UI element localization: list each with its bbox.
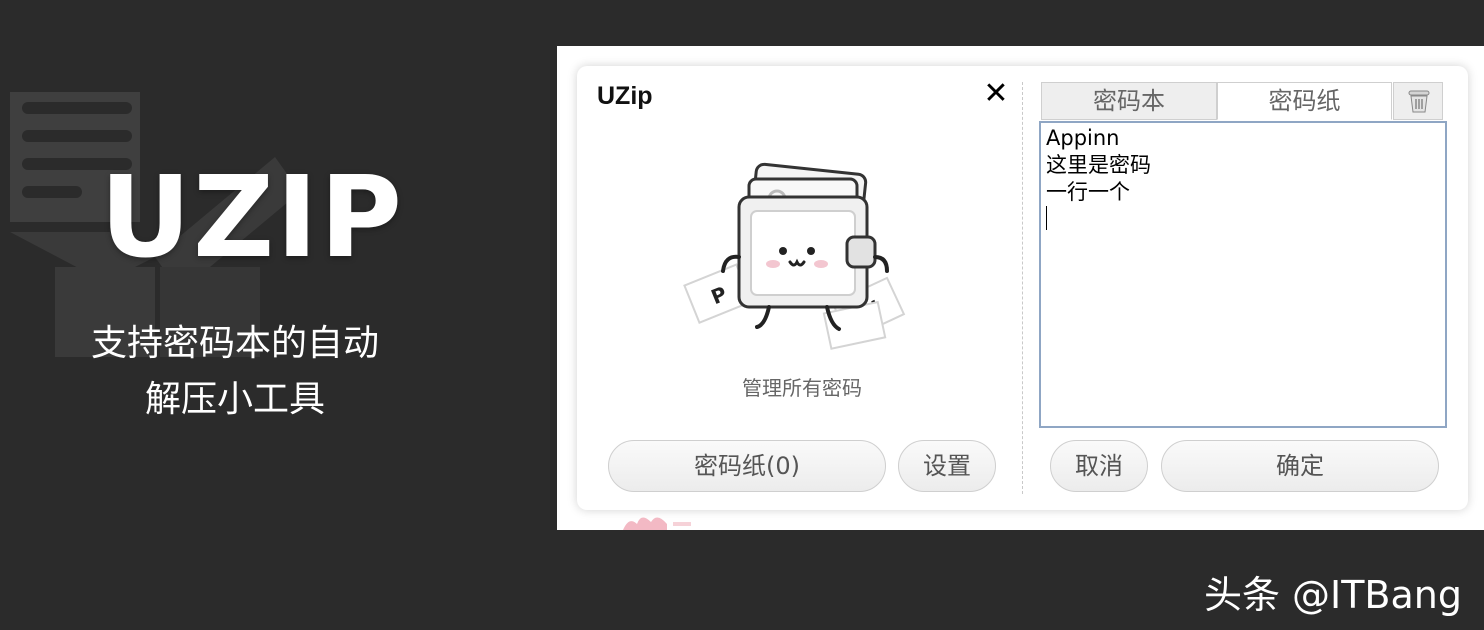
password-line: Appinn [1046, 126, 1120, 150]
confirm-button[interactable]: 确定 [1161, 440, 1439, 492]
promo-subtitle-line2: 解压小工具 [144, 379, 325, 420]
manage-passwords-hint: 管理所有密码 [742, 376, 862, 400]
trash-button[interactable] [1393, 82, 1443, 120]
watermark-logo [623, 517, 691, 530]
password-line: 一行一个 [1046, 180, 1130, 204]
text-caret [1046, 206, 1047, 230]
password-textarea[interactable]: Appinn 这里是密码 一行一个 [1039, 121, 1447, 428]
panel-divider [1022, 82, 1023, 494]
uzip-window: UZip ✕ P W [577, 66, 1468, 510]
promo-subtitle-line1: 支持密码本的自动 [90, 323, 379, 364]
app-title: UZip [597, 82, 653, 110]
footer-credit: 头条 @ITBang [1203, 573, 1462, 617]
cancel-button[interactable]: 取消 [1050, 440, 1148, 492]
app-screenshot: UZip ✕ P W [557, 46, 1484, 530]
promo-title: UZIP [100, 153, 404, 283]
settings-button[interactable]: 设置 [898, 440, 996, 492]
trash-icon [1408, 90, 1430, 113]
tab-password-paper[interactable]: 密码纸 [1217, 82, 1392, 120]
password-line: 这里是密码 [1046, 153, 1151, 177]
wallet-mascot-illustration: P W [683, 162, 906, 350]
close-icon[interactable]: ✕ [981, 76, 1011, 112]
tab-password-book[interactable]: 密码本 [1041, 82, 1217, 120]
password-paper-button[interactable]: 密码纸(0) [608, 440, 886, 492]
